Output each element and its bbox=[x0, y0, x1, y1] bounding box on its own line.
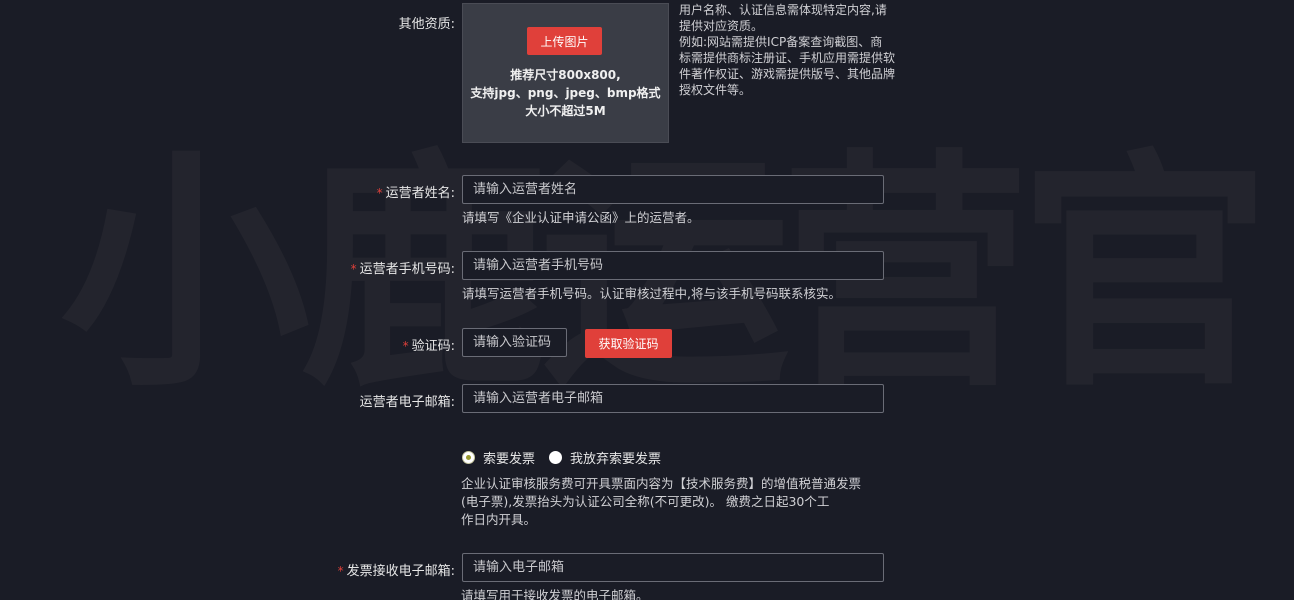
upload-image-button[interactable]: 上传图片 bbox=[527, 27, 602, 55]
operator-name-input[interactable] bbox=[462, 175, 884, 204]
operator-phone-input[interactable] bbox=[462, 251, 884, 280]
invoice-email-label: * 发票接收电子邮箱: bbox=[337, 564, 455, 579]
invoice-option-waive[interactable]: 我放弃索要发票 bbox=[549, 448, 661, 467]
operator-name-label: * 运营者姓名: bbox=[376, 186, 455, 201]
verification-code-label: * 验证码: bbox=[402, 339, 455, 354]
operator-name-help: 请填写《企业认证申请公函》上的运营者。 bbox=[462, 210, 700, 225]
other-qualification-label: 其他资质: bbox=[398, 17, 455, 32]
operator-phone-label: * 运营者手机号码: bbox=[350, 262, 455, 277]
radio-waive-invoice[interactable] bbox=[549, 451, 562, 464]
get-verification-code-button[interactable]: 获取验证码 bbox=[585, 329, 672, 358]
verification-code-input[interactable] bbox=[462, 328, 567, 357]
upload-area[interactable]: 上传图片 推荐尺寸800x800, 支持jpg、png、jpeg、bmp格式 大… bbox=[462, 3, 669, 143]
invoice-email-help: 请填写用于接收发票的电子邮箱。 bbox=[461, 588, 649, 600]
operator-email-label: 运营者电子邮箱: bbox=[359, 395, 455, 410]
operator-phone-help: 请填写运营者手机号码。认证审核过程中,将与该手机号码联系核实。 bbox=[462, 286, 841, 301]
radio-request-invoice[interactable] bbox=[462, 451, 475, 464]
invoice-email-input[interactable] bbox=[462, 553, 884, 582]
operator-email-input[interactable] bbox=[462, 384, 884, 413]
qualification-note: 用户名称、认证信息需体现特定内容,请 提供对应资质。 例如:网站需提供ICP备案… bbox=[679, 3, 896, 97]
invoice-option-request[interactable]: 索要发票 bbox=[462, 448, 535, 467]
upload-hint: 推荐尺寸800x800, 支持jpg、png、jpeg、bmp格式 大小不超过5… bbox=[470, 68, 661, 118]
verification-form-page: 小鹿运营官 其他资质: 上传图片 推荐尺寸800x800, 支持jpg、png、… bbox=[0, 0, 1294, 600]
invoice-note: 企业认证审核服务费可开具票面内容为【技术服务费】的增值税普通发票 (电子票),发… bbox=[461, 476, 862, 527]
